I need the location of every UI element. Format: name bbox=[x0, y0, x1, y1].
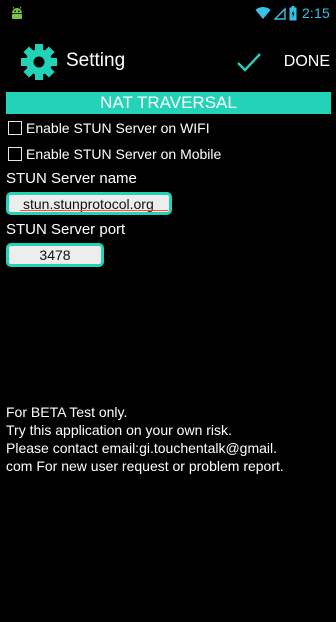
notice-line: For BETA Test only. bbox=[6, 404, 128, 420]
stun-mobile-option[interactable]: Enable STUN Server on Mobile bbox=[8, 145, 221, 163]
notice-line: com For new user request or problem repo… bbox=[6, 458, 284, 474]
stun-wifi-label[interactable]: Enable STUN Server on WIFI bbox=[26, 120, 210, 136]
notice-line: Try this application on your own risk. bbox=[6, 422, 232, 438]
spellcheck-underline bbox=[20, 210, 168, 211]
notice-line: Please contact email:gi.touchentalk@gmai… bbox=[6, 440, 278, 456]
done-button[interactable]: DONE bbox=[236, 36, 336, 88]
stun-wifi-checkbox[interactable] bbox=[8, 121, 22, 135]
done-label[interactable]: DONE bbox=[284, 53, 330, 71]
android-robot-icon bbox=[12, 6, 22, 19]
gear-icon[interactable] bbox=[19, 42, 59, 82]
server-name-input[interactable] bbox=[6, 192, 172, 215]
stun-mobile-checkbox[interactable] bbox=[8, 147, 22, 161]
beta-notice: For BETA Test only. Try this application… bbox=[6, 403, 332, 475]
status-time: 2:15 bbox=[301, 5, 330, 21]
stun-mobile-label[interactable]: Enable STUN Server on Mobile bbox=[26, 146, 221, 162]
page-title: Setting bbox=[66, 50, 126, 71]
server-port-input[interactable] bbox=[6, 243, 104, 267]
status-icons: 2:15 bbox=[255, 4, 330, 22]
section-header-nat-traversal: NAT TRAVERSAL bbox=[6, 92, 331, 114]
battery-icon bbox=[289, 5, 297, 20]
status-bar: 2:15 bbox=[0, 0, 336, 26]
action-bar: Setting DONE bbox=[0, 36, 336, 88]
wifi-icon bbox=[255, 7, 271, 20]
cell-signal-icon bbox=[273, 6, 286, 20]
stun-wifi-option[interactable]: Enable STUN Server on WIFI bbox=[8, 119, 210, 137]
server-port-label: STUN Server port bbox=[6, 221, 126, 238]
check-icon[interactable] bbox=[236, 51, 262, 73]
server-name-label: STUN Server name bbox=[6, 170, 137, 187]
